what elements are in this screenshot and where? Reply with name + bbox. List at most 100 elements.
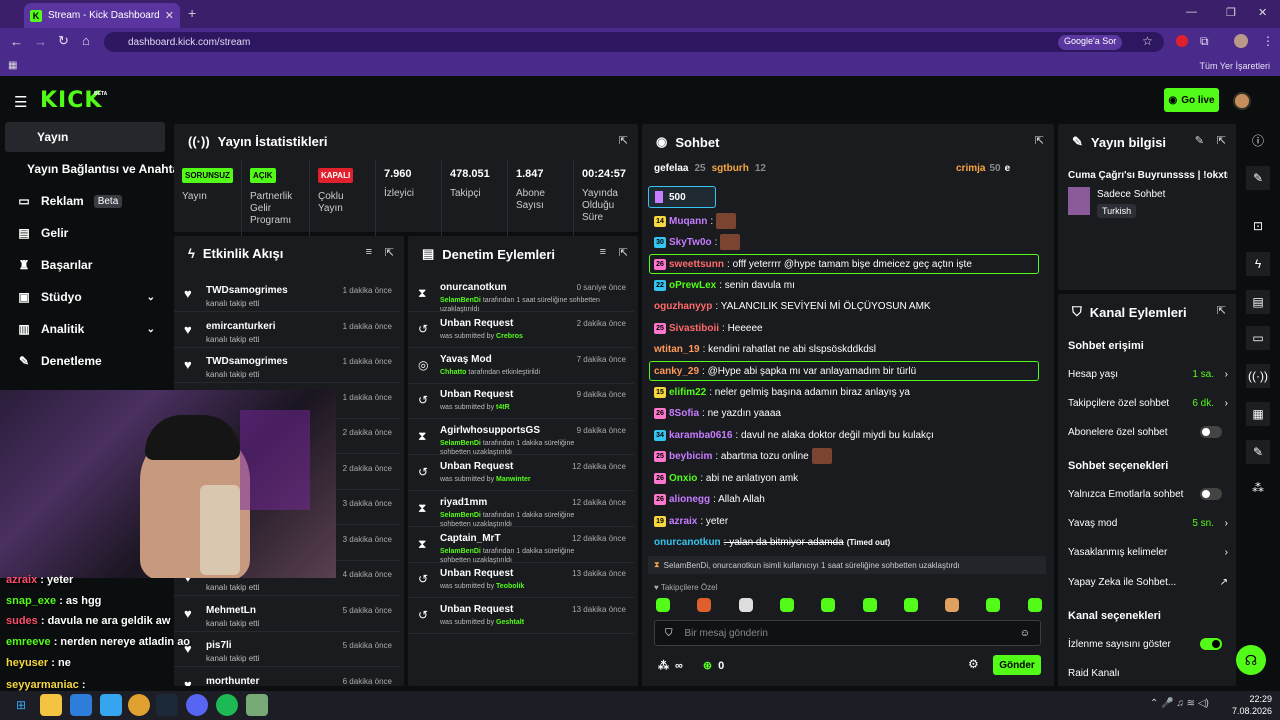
- profile-icon[interactable]: [1234, 34, 1248, 48]
- sidebar-item-studio[interactable]: ▣ Stüdyo ⌄: [5, 282, 165, 312]
- popout-icon[interactable]: ⇱: [619, 246, 628, 259]
- popout-icon[interactable]: ⇱: [385, 246, 394, 259]
- support-icon[interactable]: ☊: [1236, 645, 1266, 675]
- chat-message[interactable]: 22 oPrewLex: senin davula mı: [654, 276, 1044, 294]
- sidebar-item-moderation[interactable]: ✎ Denetleme: [5, 346, 165, 376]
- quick-emote[interactable]: [945, 598, 960, 612]
- followers-chat-row[interactable]: Takipçilere özel sohbet 6 dk. ›: [1068, 393, 1228, 413]
- banned-words-row[interactable]: Yasaklanmış kelimeler ›: [1068, 542, 1228, 562]
- tray-icons[interactable]: ⌃ 🎤 ♫ ≋ ◁): [1150, 698, 1209, 709]
- popout-icon[interactable]: ⇱: [1035, 134, 1044, 147]
- chat-message[interactable]: 34 karamba0616: davul ne alaka doktor değ…: [654, 426, 1044, 444]
- app-icon-2[interactable]: [246, 694, 268, 716]
- quick-emote[interactable]: [779, 598, 794, 612]
- settings-icon[interactable]: ⚙: [968, 657, 979, 671]
- show-views-toggle[interactable]: [1200, 638, 1222, 650]
- lightning-icon[interactable]: ϟ: [1246, 252, 1270, 276]
- all-bookmarks[interactable]: Tüm Yer İşaretleri: [1199, 61, 1270, 71]
- chat-message[interactable]: 19 azraix: yeter: [654, 512, 1044, 530]
- filter-icon[interactable]: ≡: [366, 246, 372, 258]
- moderation-item[interactable]: ⧗ Captain_MrT SelamBenDi tarafından 1 daki…: [408, 527, 634, 564]
- sidebar-item-stream-key[interactable]: Yayın Bağlantısı ve Anahtarı: [5, 154, 187, 184]
- chat-message[interactable]: 25 Sivastiboii: Heeeee: [654, 319, 1044, 337]
- google-ask-button[interactable]: Google'a Sor: [1058, 35, 1123, 50]
- close-window-icon[interactable]: ✕: [1258, 6, 1267, 19]
- crop-icon[interactable]: ⊡: [1246, 214, 1270, 238]
- sidebar-item-stream[interactable]: Yayın: [5, 122, 165, 152]
- avatar[interactable]: [1233, 92, 1251, 110]
- chat-input[interactable]: ⛉ Bir mesaj gönderin ☺: [654, 620, 1041, 646]
- category-name[interactable]: Sadece Sohbet: [1097, 189, 1165, 200]
- chat-message[interactable]: 26 sweettsunn: offf yeterrrr @hype tamam …: [649, 254, 1039, 274]
- go-live-button[interactable]: ◉ Go live: [1164, 88, 1219, 112]
- moderation-item[interactable]: ↺ Unban Request was submitted by t4tR 9 dak…: [408, 383, 634, 420]
- chat-message[interactable]: 14 Muqann:: [654, 212, 1044, 230]
- broadcast-icon[interactable]: ((·)): [1246, 364, 1270, 388]
- account-age-row[interactable]: Hesap yaşı 1 sa. ›: [1068, 364, 1228, 384]
- quick-emote[interactable]: [656, 598, 670, 612]
- chat-icon[interactable]: ▭: [1246, 326, 1270, 350]
- sidebar-item-achievements[interactable]: ♜ Başarılar: [5, 250, 165, 280]
- quick-emote[interactable]: [697, 598, 712, 612]
- ai-chat-row[interactable]: Yapay Zeka ile Sohbet... ↗: [1068, 572, 1228, 592]
- close-tab-icon[interactable]: ✕: [165, 9, 174, 22]
- maximize-icon[interactable]: ❐: [1226, 6, 1236, 19]
- moderation-item[interactable]: ⧗ riyad1mm SelamBenDi tarafından 1 dakika …: [408, 491, 634, 528]
- activity-item[interactable]: ♥ morthunter 6 dakika önce: [174, 667, 400, 687]
- chat-message[interactable]: oguzhanyyp: YALANCILIK SEVİYENİ Mİ ÖLÇÜY…: [654, 297, 1044, 315]
- layout-icon[interactable]: ▦: [1246, 402, 1270, 426]
- sidebar-item-revenue[interactable]: ▤ Gelir: [5, 218, 165, 248]
- quick-emote[interactable]: [862, 598, 877, 612]
- chat-message[interactable]: canky_29: @Hype abi şapka mı var anlayam…: [649, 361, 1039, 381]
- minimize-icon[interactable]: —: [1186, 6, 1197, 18]
- popout-icon[interactable]: ⇱: [1217, 304, 1226, 317]
- quick-emote[interactable]: [821, 598, 836, 612]
- activity-item[interactable]: ♥ pis7li kanalı takip etti 5 dakika önce: [174, 631, 400, 667]
- raid-row[interactable]: Raid Kanalı: [1068, 663, 1228, 683]
- send-button[interactable]: Gönder: [993, 655, 1041, 675]
- home-icon[interactable]: ⌂: [82, 33, 90, 48]
- quick-emote[interactable]: [903, 598, 918, 612]
- filter-icon[interactable]: ≡: [600, 246, 606, 258]
- apps-grid-icon[interactable]: ▦: [8, 60, 17, 71]
- moderation-item[interactable]: ⧗ AgirlwhosupportsGS SelamBenDi tarafından…: [408, 419, 634, 456]
- hamburger-menu-icon[interactable]: ☰: [14, 93, 27, 111]
- emoji-icon[interactable]: ☺: [1020, 628, 1030, 639]
- info-icon[interactable]: ⓘ: [1246, 128, 1270, 152]
- chat-message[interactable]: 25 beybicim: abartma tozu online: [654, 447, 1044, 465]
- sidebar-item-analytics[interactable]: ▥ Analitik ⌄: [5, 314, 165, 344]
- file-explorer-icon[interactable]: [40, 694, 62, 716]
- chat-message[interactable]: 26 alionegg: Allah Allah: [654, 490, 1044, 508]
- slow-mode-row[interactable]: Yavaş mod 5 sn. ›: [1068, 513, 1228, 533]
- chat-message[interactable]: 26 8Sofia: ne yazdın yaaaa: [654, 404, 1044, 422]
- chat-message[interactable]: 30 SkyTw0o:: [654, 233, 1044, 251]
- sidebar-item-ads[interactable]: ▭ Reklam Beta: [5, 186, 165, 216]
- app-icon[interactable]: [100, 694, 122, 716]
- discord-icon[interactable]: [186, 694, 208, 716]
- tag-badge[interactable]: Turkish: [1097, 204, 1137, 218]
- forward-icon[interactable]: →: [34, 34, 47, 49]
- reload-icon[interactable]: ↻: [58, 33, 69, 49]
- back-icon[interactable]: ←: [10, 34, 23, 49]
- chat-message[interactable]: 26 Onxio: abi ne anlatıyon amk: [654, 469, 1044, 487]
- pinned-gift[interactable]: 500: [648, 186, 716, 208]
- edit-icon[interactable]: ✎: [1195, 134, 1204, 147]
- url-field[interactable]: dashboard.kick.com/stream: [104, 32, 1164, 52]
- chat-message[interactable]: 15 elifim22: neler gelmiş başına adamın b…: [654, 383, 1044, 401]
- popout-icon[interactable]: ⇱: [619, 134, 628, 147]
- puzzle-icon[interactable]: ⧉: [1200, 34, 1209, 49]
- star-icon[interactable]: ☆: [1142, 34, 1153, 48]
- extension-icon[interactable]: [1176, 35, 1188, 47]
- nodes-icon[interactable]: ⁂: [1246, 476, 1270, 500]
- subs-chat-toggle[interactable]: [1200, 426, 1222, 438]
- store-icon[interactable]: [70, 694, 92, 716]
- windows-start-icon[interactable]: ⊞: [10, 694, 32, 716]
- quick-emote[interactable]: [986, 598, 1001, 612]
- activity-item[interactable]: ♥ MehmetLn kanalı takip etti 5 dakika önce: [174, 596, 400, 632]
- pencil-icon[interactable]: ✎: [1246, 166, 1270, 190]
- moderation-item[interactable]: ⧗ onurcanotkun SelamBenDi tarafından 1 saa…: [408, 276, 634, 313]
- popout-icon[interactable]: ⇱: [1217, 134, 1226, 147]
- moderation-item[interactable]: ↺ Unban Request was submitted by Geshtalt 1…: [408, 598, 634, 635]
- browser-tab[interactable]: K Stream - Kick Dashboard ✕: [24, 3, 180, 28]
- quick-emote[interactable]: [738, 598, 753, 612]
